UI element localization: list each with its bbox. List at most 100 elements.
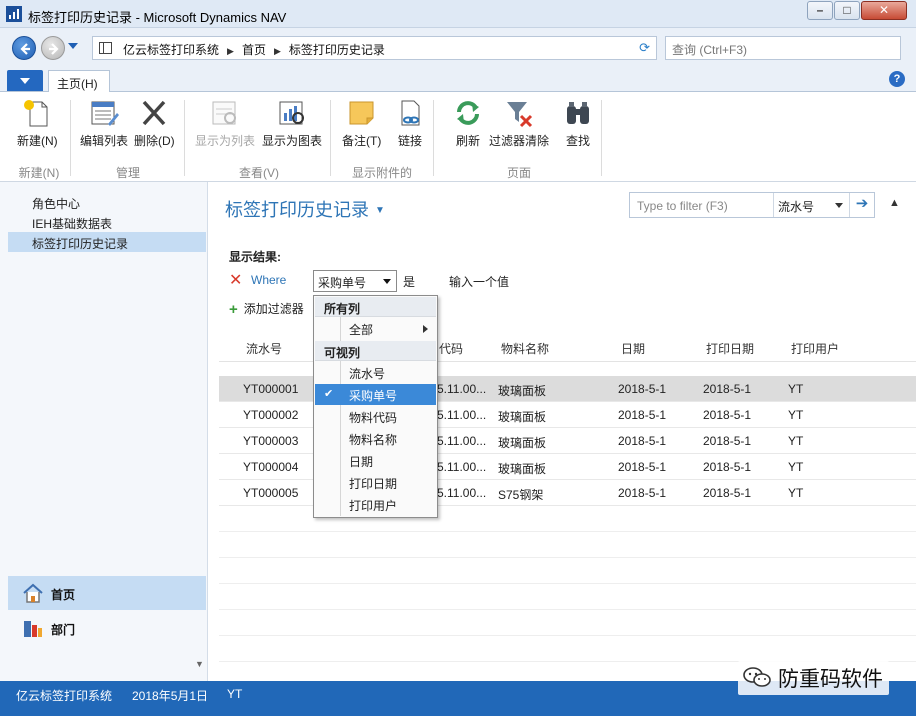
- filter-value-input[interactable]: 输入一个值: [449, 273, 509, 290]
- collapse-icon[interactable]: ▲: [889, 197, 900, 209]
- cell-print-date: 2018-5-1: [703, 486, 752, 500]
- new-document-icon: [24, 100, 48, 127]
- column-header-serial[interactable]: 流水号: [246, 340, 282, 357]
- find-button[interactable]: 查找: [562, 98, 594, 149]
- chevron-right-icon: [423, 325, 428, 333]
- back-button[interactable]: [12, 36, 36, 60]
- column-header-print-user[interactable]: 打印用户: [791, 340, 839, 357]
- search-input[interactable]: 查询 (Ctrl+F3): [665, 36, 901, 60]
- chevron-right-icon[interactable]: ▶: [274, 46, 281, 56]
- arrow-right-icon: ➔: [855, 195, 869, 212]
- column-header-date[interactable]: 日期: [621, 340, 645, 357]
- links-button[interactable]: 链接: [394, 98, 426, 149]
- breadcrumb-item[interactable]: 亿云标签打印系统: [123, 43, 219, 57]
- application-menu-button[interactable]: [7, 70, 43, 91]
- cell-serial: YT000001: [243, 382, 299, 396]
- dynamics-nav-icon: [6, 6, 22, 22]
- chevron-down-icon[interactable]: ▼: [375, 205, 385, 216]
- clear-filter-button[interactable]: 过滤器清除: [489, 98, 549, 149]
- nav-link-label-print-history[interactable]: 标签打印历史记录: [8, 232, 206, 252]
- cell-print-user: YT: [788, 382, 804, 396]
- cell-print-user: YT: [788, 408, 804, 422]
- delete-label: 删除(D): [134, 134, 175, 148]
- operator-label: 是: [403, 275, 416, 289]
- page-title[interactable]: 标签打印历史记录 ▼: [225, 196, 385, 222]
- refresh-button[interactable]: 刷新: [452, 98, 484, 149]
- cell-serial: YT000005: [243, 486, 299, 500]
- column-header-item-name[interactable]: 物料名称: [501, 340, 549, 357]
- chevron-right-icon[interactable]: ▶: [227, 46, 234, 56]
- add-filter-button[interactable]: + 添加过滤器: [229, 300, 304, 318]
- edit-list-button[interactable]: 编辑列表: [80, 98, 128, 149]
- arrow-right-icon: [49, 43, 59, 55]
- filter-column-select[interactable]: 流水号: [773, 193, 849, 217]
- chart-view-icon: [279, 101, 304, 125]
- filter-row: ✕ Where 采购单号 是 输入一个值: [229, 268, 649, 292]
- menu-item-serial[interactable]: 流水号: [315, 362, 436, 383]
- menu-item-print-user[interactable]: 打印用户: [315, 494, 436, 515]
- cell-code: 5.11.00...: [437, 434, 487, 448]
- chevron-down-icon: [383, 279, 391, 284]
- chevron-down-icon[interactable]: ▼: [195, 659, 204, 669]
- ribbon-tabs: 主页(H) ?: [0, 68, 916, 93]
- filter-field-select[interactable]: 采购单号: [313, 270, 397, 292]
- cell-date: 2018-5-1: [618, 434, 667, 448]
- status-user: YT: [227, 687, 243, 701]
- edit-list-label: 编辑列表: [80, 134, 129, 148]
- column-header-code[interactable]: 代码: [439, 340, 463, 357]
- ribbon-separator: [601, 100, 602, 176]
- column-header-print-date[interactable]: 打印日期: [706, 340, 754, 357]
- departments-icon: [24, 621, 42, 637]
- cell-item-name: 玻璃面板: [498, 462, 547, 476]
- ribbon-separator: [184, 100, 185, 176]
- nav-link-role-center[interactable]: 角色中心: [8, 192, 206, 212]
- filter-column-value: 流水号: [778, 200, 815, 214]
- menu-item-purchase-order[interactable]: ✔ 采购单号: [315, 384, 436, 405]
- breadcrumb-item[interactable]: 标签打印历史记录: [289, 43, 385, 57]
- nav-section-departments[interactable]: 部门: [8, 611, 206, 645]
- cell-serial: YT000002: [243, 408, 299, 422]
- menu-item-date[interactable]: 日期: [315, 450, 436, 471]
- breadcrumb[interactable]: 亿云标签打印系统 ▶ 首页 ▶ 标签打印历史记录 ⟳: [92, 36, 657, 60]
- menu-item-item-name[interactable]: 物料名称: [315, 428, 436, 449]
- watermark: 防重码软件: [738, 661, 889, 695]
- cell-item-name: 玻璃面板: [498, 436, 547, 450]
- nav-link-ieh-basic-data[interactable]: IEH基础数据表: [8, 212, 206, 232]
- show-as-list-button[interactable]: 显示为列表: [195, 98, 255, 149]
- nav-section-home[interactable]: 首页: [8, 576, 206, 610]
- cell-item-name: 玻璃面板: [498, 410, 547, 424]
- help-icon[interactable]: ?: [889, 71, 905, 87]
- menu-item-item-code[interactable]: 物料代码: [315, 406, 436, 427]
- filter-input[interactable]: Type to filter (F3): [637, 199, 728, 213]
- refresh-icon[interactable]: ⟳: [639, 40, 650, 56]
- quick-filter: Type to filter (F3) 流水号 ➔: [629, 192, 875, 218]
- menu-item-print-date[interactable]: 打印日期: [315, 472, 436, 493]
- new-button[interactable]: 新建(N): [17, 98, 58, 149]
- notes-button[interactable]: 备注(T): [342, 98, 381, 149]
- refresh-label: 刷新: [455, 134, 480, 148]
- history-dropdown-icon[interactable]: [68, 43, 78, 49]
- page-icon: [99, 42, 112, 54]
- group-label-page: 页面: [506, 166, 531, 180]
- cell-date: 2018-5-1: [618, 486, 667, 500]
- maximize-button[interactable]: □: [834, 1, 860, 20]
- apply-filter-button[interactable]: ➔: [849, 193, 874, 217]
- where-label: Where: [251, 273, 287, 287]
- menu-header-all-columns: 所有列: [315, 297, 436, 317]
- minimize-button[interactable]: –: [807, 1, 833, 20]
- status-company: 亿云标签打印系统: [16, 689, 113, 703]
- empty-row: [219, 532, 916, 558]
- menu-item-all[interactable]: 全部: [315, 318, 436, 339]
- tab-home[interactable]: 主页(H): [48, 70, 110, 93]
- cell-code: 5.11.00...: [437, 486, 487, 500]
- forward-button[interactable]: [41, 36, 65, 60]
- delete-icon: [143, 100, 166, 126]
- cell-print-user: YT: [788, 486, 804, 500]
- menu-item-label: 全部: [349, 323, 374, 337]
- remove-filter-icon[interactable]: ✕: [229, 270, 242, 290]
- breadcrumb-item[interactable]: 首页: [242, 43, 266, 57]
- show-as-chart-button[interactable]: 显示为图表: [262, 98, 322, 149]
- delete-button[interactable]: 删除(D): [134, 98, 175, 149]
- close-button[interactable]: ✕: [861, 1, 907, 20]
- clear-filter-icon: [507, 102, 533, 128]
